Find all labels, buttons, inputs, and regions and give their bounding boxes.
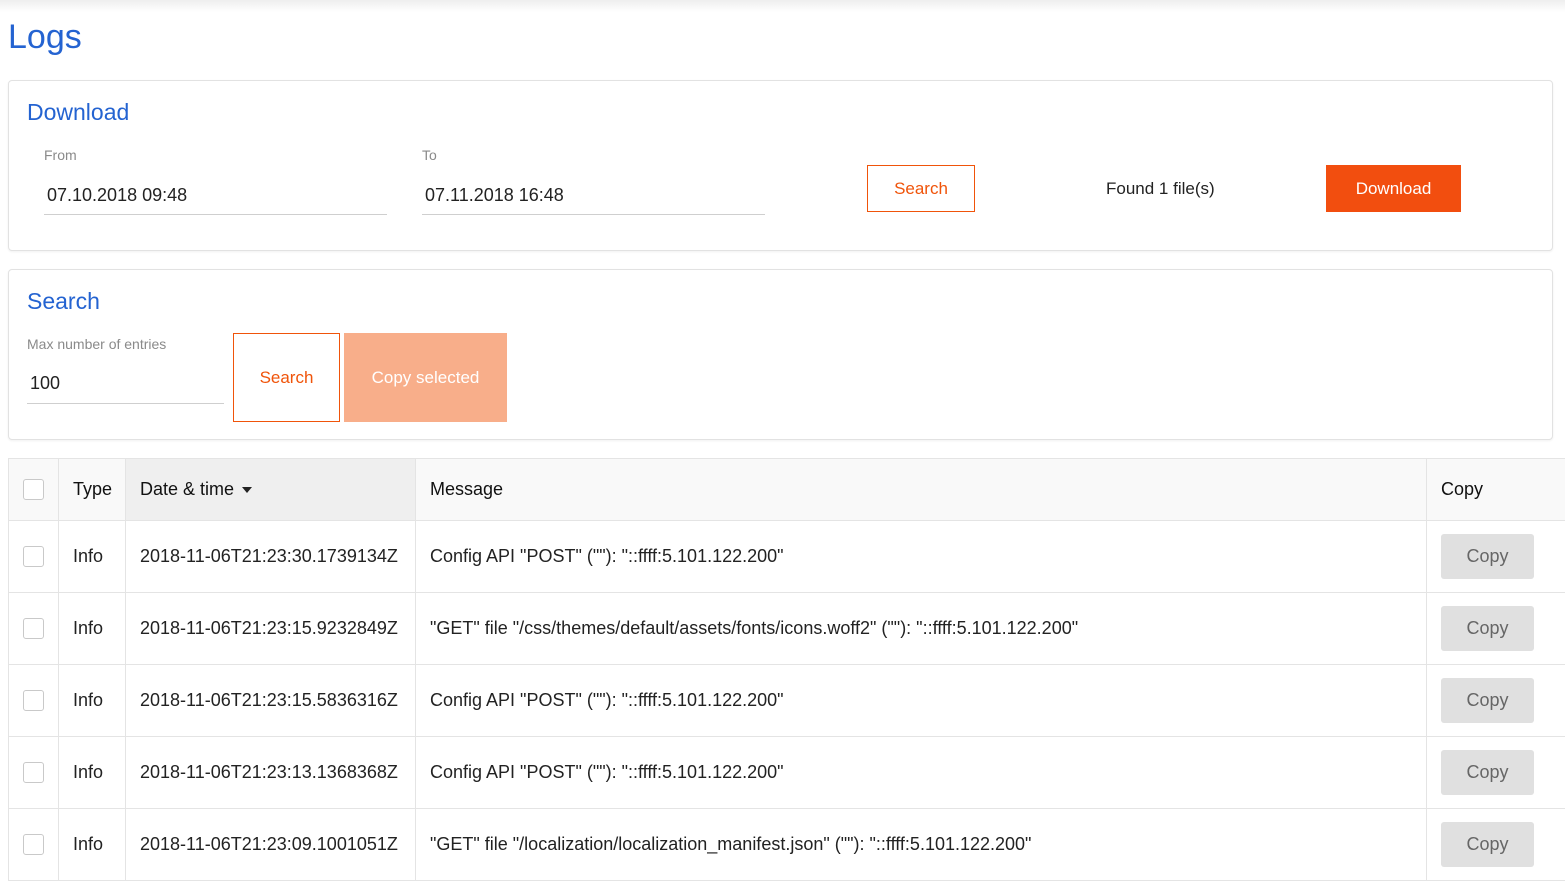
type-cell: Info bbox=[59, 737, 126, 809]
table-row: Info 2018-11-06T21:23:09.1001051Z "GET" … bbox=[9, 809, 1565, 881]
max-entries-input[interactable] bbox=[27, 370, 224, 404]
select-all-cell bbox=[9, 459, 59, 521]
row-checkbox[interactable] bbox=[23, 546, 44, 567]
message-cell: Config API "POST" (""): "::ffff:5.101.12… bbox=[416, 521, 1427, 593]
to-label: To bbox=[422, 147, 437, 163]
row-checkbox[interactable] bbox=[23, 762, 44, 783]
datetime-cell: 2018-11-06T21:23:15.9232849Z bbox=[126, 593, 416, 665]
datetime-cell: 2018-11-06T21:23:13.1368368Z bbox=[126, 737, 416, 809]
message-cell: "GET" file "/localization/localization_m… bbox=[416, 809, 1427, 881]
max-entries-label: Max number of entries bbox=[27, 336, 166, 352]
from-label: From bbox=[44, 147, 77, 163]
table-row: Info 2018-11-06T21:23:15.9232849Z "GET" … bbox=[9, 593, 1565, 665]
type-cell: Info bbox=[59, 665, 126, 737]
row-checkbox[interactable] bbox=[23, 834, 44, 855]
copy-button[interactable]: Copy bbox=[1441, 678, 1534, 723]
table-row: Info 2018-11-06T21:23:30.1739134Z Config… bbox=[9, 521, 1565, 593]
sort-down-icon bbox=[242, 487, 252, 493]
logs-table: Type Date & time Message Copy Info 2018-… bbox=[8, 458, 1565, 881]
type-cell: Info bbox=[59, 809, 126, 881]
datetime-cell: 2018-11-06T21:23:09.1001051Z bbox=[126, 809, 416, 881]
copy-column-header: Copy bbox=[1427, 459, 1565, 521]
table-row: Info 2018-11-06T21:23:13.1368368Z Config… bbox=[9, 737, 1565, 809]
datetime-cell: 2018-11-06T21:23:30.1739134Z bbox=[126, 521, 416, 593]
copy-button[interactable]: Copy bbox=[1441, 534, 1534, 579]
datetime-cell: 2018-11-06T21:23:15.5836316Z bbox=[126, 665, 416, 737]
select-all-checkbox[interactable] bbox=[23, 479, 44, 500]
message-cell: Config API "POST" (""): "::ffff:5.101.12… bbox=[416, 737, 1427, 809]
search-card-title: Search bbox=[27, 288, 100, 315]
row-checkbox[interactable] bbox=[23, 690, 44, 711]
page-title: Logs bbox=[8, 18, 82, 57]
type-cell: Info bbox=[59, 593, 126, 665]
download-card: Download From To Search Found 1 file(s) … bbox=[8, 80, 1553, 251]
message-cell: "GET" file "/css/themes/default/assets/f… bbox=[416, 593, 1427, 665]
copy-selected-button[interactable]: Copy selected bbox=[344, 333, 507, 422]
log-search-button[interactable]: Search bbox=[233, 333, 340, 422]
table-header-row: Type Date & time Message Copy bbox=[9, 459, 1565, 521]
top-shadow-bar bbox=[0, 0, 1565, 12]
datetime-column-header[interactable]: Date & time bbox=[126, 459, 416, 521]
copy-button[interactable]: Copy bbox=[1441, 750, 1534, 795]
copy-button[interactable]: Copy bbox=[1441, 822, 1534, 867]
from-date-input[interactable] bbox=[44, 182, 387, 215]
download-search-button[interactable]: Search bbox=[867, 165, 975, 212]
type-column-header[interactable]: Type bbox=[59, 459, 126, 521]
row-checkbox[interactable] bbox=[23, 618, 44, 639]
table-row: Info 2018-11-06T21:23:15.5836316Z Config… bbox=[9, 665, 1565, 737]
type-cell: Info bbox=[59, 521, 126, 593]
download-card-title: Download bbox=[27, 99, 129, 126]
search-card: Search Max number of entries Search Copy… bbox=[8, 269, 1553, 440]
copy-button[interactable]: Copy bbox=[1441, 606, 1534, 651]
download-button[interactable]: Download bbox=[1326, 165, 1461, 212]
to-date-input[interactable] bbox=[422, 182, 765, 215]
message-column-header[interactable]: Message bbox=[416, 459, 1427, 521]
message-cell: Config API "POST" (""): "::ffff:5.101.12… bbox=[416, 665, 1427, 737]
found-files-text: Found 1 file(s) bbox=[1106, 179, 1215, 199]
datetime-header-label: Date & time bbox=[140, 479, 234, 499]
